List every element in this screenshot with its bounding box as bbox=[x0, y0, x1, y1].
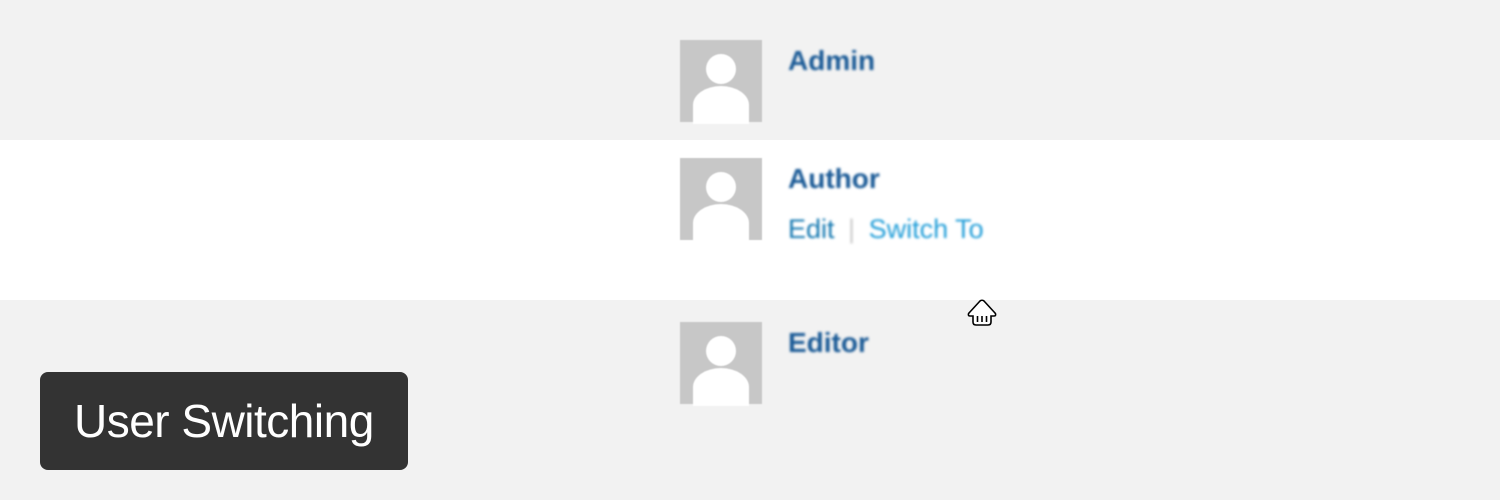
edit-link[interactable]: Edit bbox=[788, 214, 835, 244]
user-row-author[interactable]: Author Edit | Switch To bbox=[0, 140, 1500, 300]
action-divider: | bbox=[848, 214, 855, 244]
avatar-icon bbox=[680, 40, 762, 122]
row-actions: Edit | Switch To bbox=[788, 214, 984, 245]
switch-to-link[interactable]: Switch To bbox=[869, 214, 984, 244]
plugin-title-badge: User Switching bbox=[40, 372, 408, 470]
user-name-link[interactable]: Author bbox=[788, 162, 984, 196]
user-row-admin[interactable]: Admin bbox=[0, 0, 1500, 140]
user-info: Editor bbox=[788, 322, 869, 378]
avatar-icon bbox=[680, 158, 762, 240]
avatar-icon bbox=[680, 322, 762, 404]
user-info: Admin bbox=[788, 40, 875, 96]
user-info: Author Edit | Switch To bbox=[788, 158, 984, 245]
user-name-link[interactable]: Editor bbox=[788, 326, 869, 360]
user-name-link[interactable]: Admin bbox=[788, 44, 875, 78]
